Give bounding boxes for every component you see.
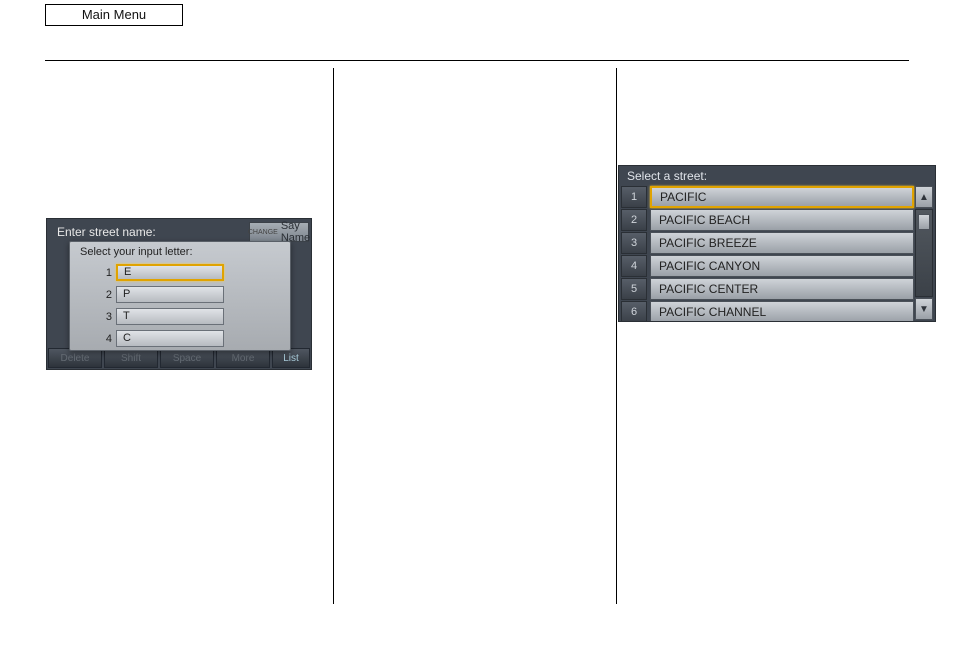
list-button[interactable]: List xyxy=(272,348,310,368)
street-list: 1 PACIFIC 2 PACIFIC BEACH 3 PACIFIC BREE… xyxy=(621,186,915,322)
letter-option[interactable]: C xyxy=(116,330,224,347)
scroll-up-icon[interactable]: ▲ xyxy=(915,186,933,208)
select-street-title: Select a street: xyxy=(627,169,707,183)
scrollbar[interactable]: ▲ ▼ xyxy=(915,186,933,321)
screenshot-enter-street-name: Enter street name: CHANGE Say Name Delet… xyxy=(46,218,312,370)
letter-row-1[interactable]: 1 E xyxy=(116,264,224,281)
street-option[interactable]: PACIFIC CANYON xyxy=(650,255,914,277)
row-number: 4 xyxy=(100,333,112,345)
row-number: 3 xyxy=(621,232,647,254)
street-option[interactable]: PACIFIC CENTER xyxy=(650,278,914,300)
row-number: 4 xyxy=(621,255,647,277)
input-letter-popup: Select your input letter: 1 E 2 P 3 T 4 … xyxy=(69,241,291,351)
main-menu-button[interactable]: Main Menu xyxy=(45,4,183,26)
street-row-3[interactable]: 3 PACIFIC BREEZE xyxy=(621,232,915,254)
row-number: 2 xyxy=(621,209,647,231)
street-row-4[interactable]: 4 PACIFIC CANYON xyxy=(621,255,915,277)
column-separator-1 xyxy=(333,68,334,604)
row-number: 6 xyxy=(621,301,647,322)
row-number: 1 xyxy=(100,267,112,279)
street-option[interactable]: PACIFIC BEACH xyxy=(650,209,914,231)
row-number: 1 xyxy=(621,186,647,208)
letter-row-4[interactable]: 4 C xyxy=(116,330,224,347)
shift-button[interactable]: Shift xyxy=(104,348,158,368)
letter-row-2[interactable]: 2 P xyxy=(116,286,224,303)
scroll-track[interactable] xyxy=(915,209,933,297)
letter-option[interactable]: T xyxy=(116,308,224,325)
street-row-1[interactable]: 1 PACIFIC xyxy=(621,186,915,208)
letter-row-3[interactable]: 3 T xyxy=(116,308,224,325)
row-number: 3 xyxy=(100,311,112,323)
delete-button[interactable]: Delete xyxy=(48,348,102,368)
street-row-2[interactable]: 2 PACIFIC BEACH xyxy=(621,209,915,231)
scroll-thumb[interactable] xyxy=(918,214,930,230)
divider xyxy=(45,60,909,61)
row-number: 5 xyxy=(621,278,647,300)
street-option[interactable]: PACIFIC CHANNEL xyxy=(650,301,914,322)
scroll-down-icon[interactable]: ▼ xyxy=(915,298,933,320)
street-row-5[interactable]: 5 PACIFIC CENTER xyxy=(621,278,915,300)
space-button[interactable]: Space xyxy=(160,348,214,368)
letter-option[interactable]: P xyxy=(116,286,224,303)
say-name-button[interactable]: CHANGE Say Name xyxy=(249,222,309,242)
letter-option[interactable]: E xyxy=(116,264,224,281)
more-button[interactable]: More xyxy=(216,348,270,368)
street-option[interactable]: PACIFIC xyxy=(650,186,914,208)
enter-street-name-label: Enter street name: xyxy=(57,225,156,239)
screenshot-select-street: Select a street: 1 PACIFIC 2 PACIFIC BEA… xyxy=(618,165,936,322)
street-option[interactable]: PACIFIC BREEZE xyxy=(650,232,914,254)
row-number: 2 xyxy=(100,289,112,301)
input-letter-title: Select your input letter: xyxy=(80,246,193,258)
street-row-6[interactable]: 6 PACIFIC CHANNEL xyxy=(621,301,915,322)
change-mode-label: CHANGE xyxy=(248,229,278,236)
column-separator-2 xyxy=(616,68,617,604)
